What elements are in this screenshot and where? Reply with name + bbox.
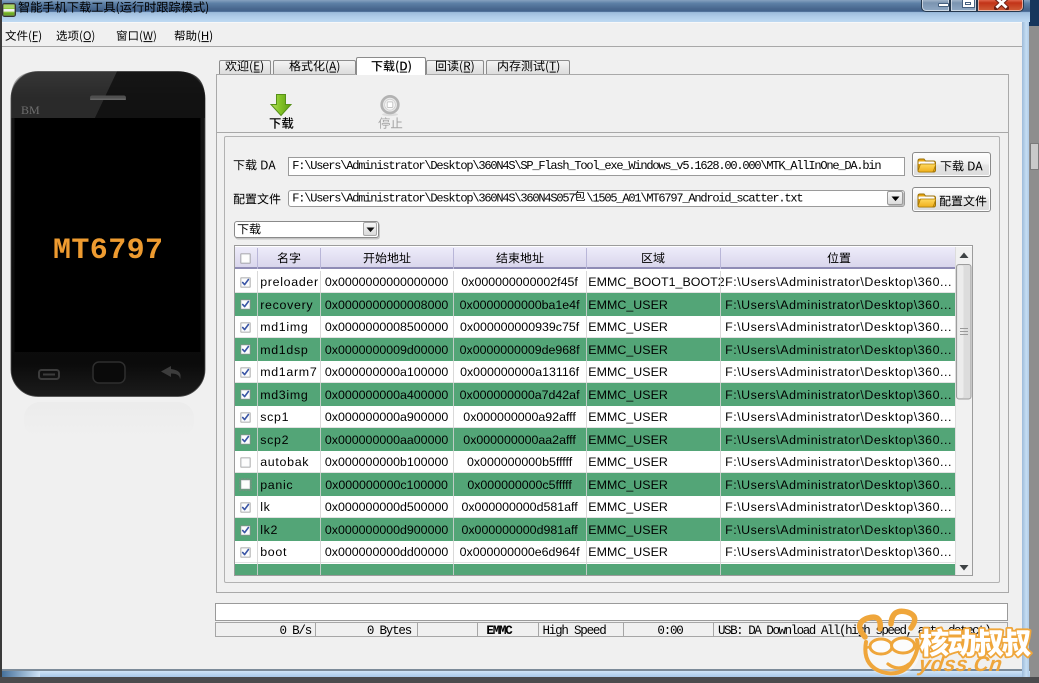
svg-text:BM: BM	[21, 103, 40, 117]
svg-text:MT6797: MT6797	[53, 234, 163, 268]
